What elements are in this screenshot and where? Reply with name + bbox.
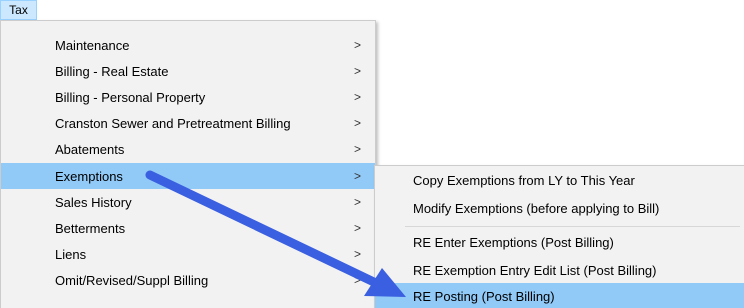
- menu-item-label: Billing - Real Estate: [55, 63, 169, 79]
- chevron-right-icon: >: [353, 247, 361, 261]
- chevron-right-icon: >: [353, 142, 361, 156]
- exemptions-submenu: Copy Exemptions from LY to This Year Mod…: [374, 165, 744, 308]
- menu-item-label: Cranston Sewer and Pretreatment Billing: [55, 115, 291, 131]
- menu-item-label: RE Posting (Post Billing): [413, 288, 555, 304]
- menu-item-label: Abatements: [55, 141, 125, 157]
- chevron-right-icon: >: [353, 116, 361, 130]
- menu-item-label: Maintenance: [55, 37, 130, 53]
- menu-item-label: Sales History: [55, 194, 132, 210]
- chevron-right-icon: >: [353, 273, 361, 287]
- menu-separator: [405, 226, 740, 227]
- menu-item-exemptions[interactable]: Exemptions >: [1, 163, 375, 189]
- menu-item-label: Billing - Personal Property: [55, 89, 206, 105]
- submenu-item-re-posting[interactable]: RE Posting (Post Billing): [375, 283, 744, 308]
- chevron-right-icon: >: [353, 38, 361, 52]
- menu-item-billing-personal-property[interactable]: Billing - Personal Property >: [1, 84, 375, 110]
- submenu-item-re-enter-exemptions[interactable]: RE Enter Exemptions (Post Billing): [375, 229, 744, 255]
- menu-item-label: Copy Exemptions from LY to This Year: [413, 172, 635, 188]
- menu-item-label: RE Enter Exemptions (Post Billing): [413, 234, 614, 250]
- menu-item-label: Liens: [55, 246, 87, 262]
- menu-item-liens[interactable]: Liens >: [1, 241, 375, 267]
- menu-item-label: Exemptions: [55, 168, 123, 184]
- screenshot-stage: Tax Maintenance > Billing - Real Estate …: [0, 0, 744, 308]
- chevron-right-icon: >: [353, 90, 361, 104]
- menu-item-sales-history[interactable]: Sales History >: [1, 189, 375, 215]
- menu-item-cranston-sewer[interactable]: Cranston Sewer and Pretreatment Billing …: [1, 110, 375, 136]
- menu-item-abatements[interactable]: Abatements >: [1, 136, 375, 162]
- menu-item-label: Modify Exemptions (before applying to Bi…: [413, 200, 660, 216]
- menu-item-billing-real-estate[interactable]: Billing - Real Estate >: [1, 58, 375, 84]
- submenu-item-copy-exemptions[interactable]: Copy Exemptions from LY to This Year: [375, 167, 744, 193]
- menu-tax[interactable]: Tax: [0, 0, 37, 20]
- tax-dropdown-menu: Maintenance > Billing - Real Estate > Bi…: [0, 20, 376, 308]
- menu-item-label: Omit/Revised/Suppl Billing: [55, 272, 209, 288]
- chevron-right-icon: >: [353, 221, 361, 235]
- submenu-item-modify-exemptions[interactable]: Modify Exemptions (before applying to Bi…: [375, 195, 744, 221]
- chevron-right-icon: >: [353, 195, 361, 209]
- menu-item-omit-revised-suppl-billing[interactable]: Omit/Revised/Suppl Billing >: [1, 267, 375, 293]
- submenu-item-re-exemption-entry-edit-list[interactable]: RE Exemption Entry Edit List (Post Billi…: [375, 257, 744, 283]
- menu-item-betterments[interactable]: Betterments >: [1, 215, 375, 241]
- menu-item-maintenance[interactable]: Maintenance >: [1, 32, 375, 58]
- chevron-right-icon: >: [353, 169, 361, 183]
- menu-item-label: RE Exemption Entry Edit List (Post Billi…: [413, 262, 657, 278]
- chevron-right-icon: >: [353, 64, 361, 78]
- menu-item-label: Betterments: [55, 220, 126, 236]
